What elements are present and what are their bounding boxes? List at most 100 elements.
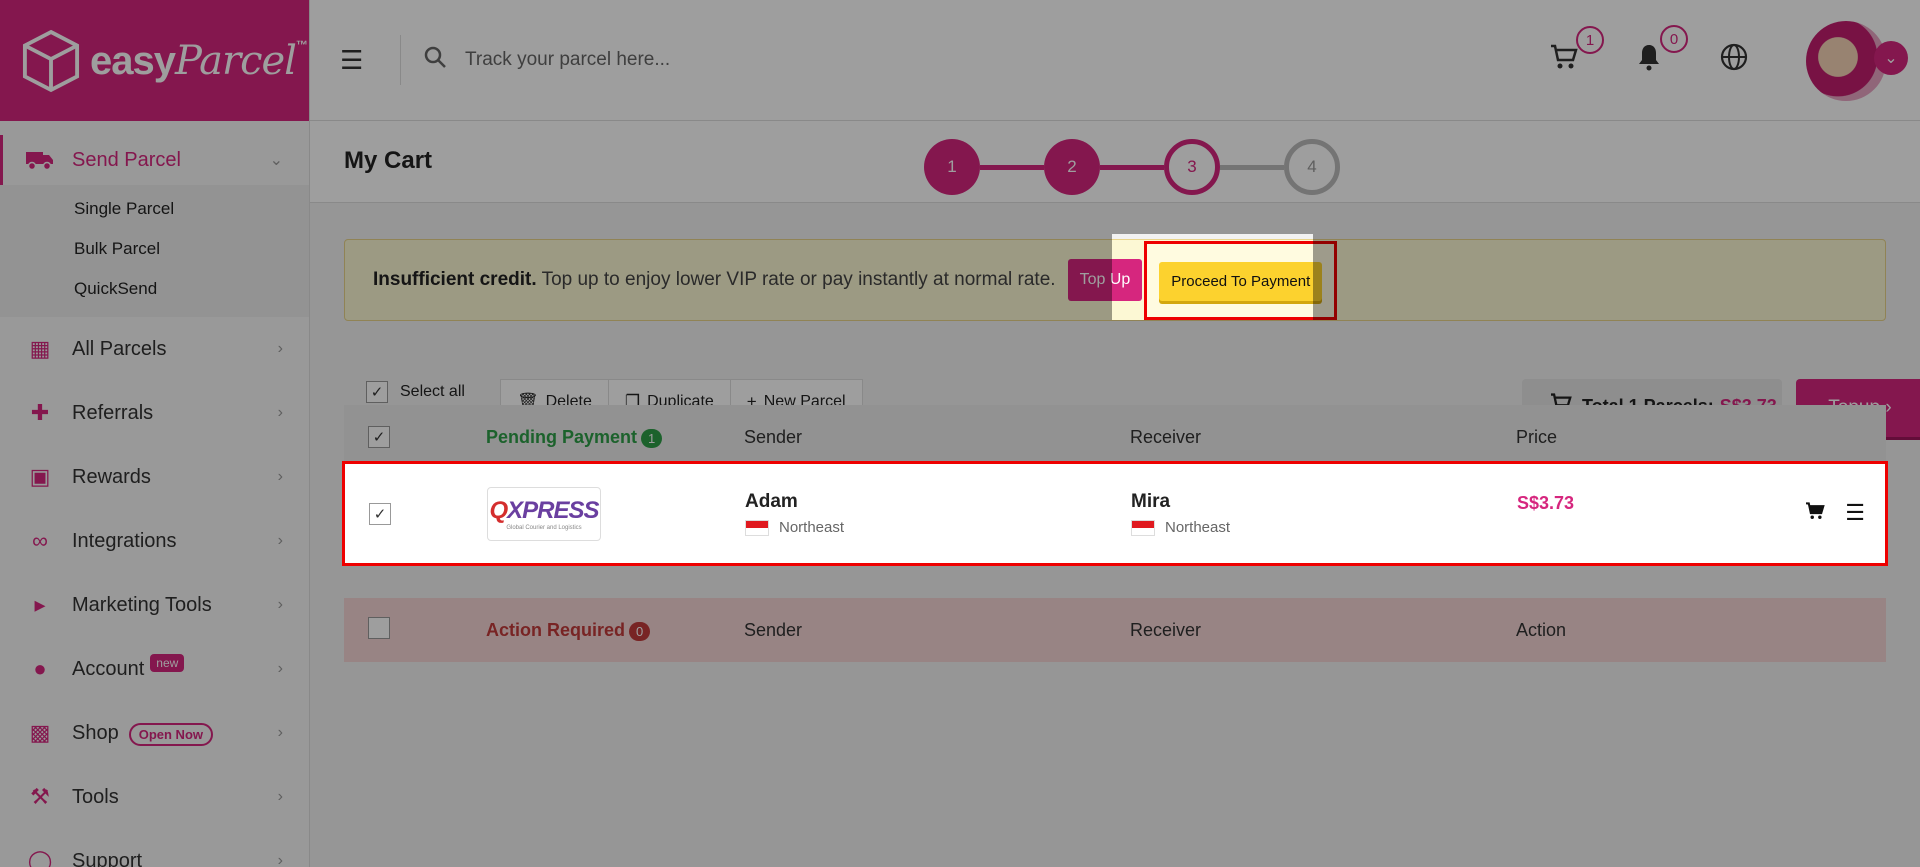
sidebar-item-tools[interactable]: ⚒ Tools › xyxy=(0,765,309,829)
sidebar-item-send-parcel[interactable]: Send Parcel ⌄ xyxy=(0,135,309,185)
main-content: My Cart 1 2 3 4 Insufficient credit. Top… xyxy=(310,121,1920,867)
submenu-single-parcel[interactable]: Single Parcel xyxy=(0,189,309,229)
boxes-icon: ▦ xyxy=(29,336,51,361)
proceed-highlight: Proceed To Payment xyxy=(1144,240,1338,320)
select-all-label: Select all xyxy=(400,383,465,400)
new-badge: new xyxy=(150,653,185,672)
receiver-column-header: Receiver xyxy=(1130,619,1202,640)
notification-count-badge: 0 xyxy=(1660,25,1688,53)
cart-count-badge: 1 xyxy=(1576,26,1604,54)
header-divider xyxy=(400,35,401,85)
row-price: S$3.73 xyxy=(1517,493,1575,513)
sidebar-item-label: Account new xyxy=(72,653,278,681)
sidebar-item-label: Integrations xyxy=(72,529,177,552)
step-2: 2 xyxy=(1044,139,1100,195)
chevron-right-icon: › xyxy=(277,404,283,421)
wrench-icon: ⚒ xyxy=(30,784,50,809)
globe-icon[interactable] xyxy=(1720,43,1748,78)
alert-message: Insufficient credit. Top up to enjoy low… xyxy=(373,269,1056,290)
sidebar-item-label: Support xyxy=(72,849,143,867)
avatar[interactable]: ⌄ xyxy=(1806,20,1908,101)
sidebar-item-label: Rewards xyxy=(72,465,151,488)
row-actions: ☰ xyxy=(1805,500,1865,526)
sidebar-item-all-parcels[interactable]: ▦ All Parcels › xyxy=(0,317,309,381)
qxpress-logo: QXPRESS Global Courier and Logistics xyxy=(487,486,601,541)
sidebar-item-account[interactable]: ● Account new › xyxy=(0,637,309,701)
singapore-flag-icon xyxy=(745,519,769,536)
cart-icon[interactable] xyxy=(1805,500,1825,526)
sidebar-item-marketing-tools[interactable]: ▸ Marketing Tools › xyxy=(0,573,309,637)
track-parcel-input[interactable] xyxy=(465,49,965,71)
action-column-header: Action xyxy=(1516,619,1567,640)
sidebar-item-support[interactable]: ◯ Support › xyxy=(0,829,309,867)
pending-select-checkbox[interactable]: ✓ xyxy=(368,426,390,448)
pending-payment-label: Pending Payment xyxy=(486,426,638,447)
progress-stepper: 1 2 3 4 xyxy=(924,139,1340,195)
support-icon: ◯ xyxy=(27,848,53,867)
top-up-button[interactable]: Top Up xyxy=(1067,259,1143,301)
brand-logo[interactable]: easyParcel™ xyxy=(0,0,309,121)
add-user-icon: ✚ xyxy=(30,400,50,425)
action-select-checkbox[interactable] xyxy=(368,616,390,639)
select-all[interactable]: ✓ Select all xyxy=(366,381,465,403)
sidebar-item-label: Shop Open Now xyxy=(72,722,278,746)
search-icon[interactable] xyxy=(423,45,447,76)
chevron-right-icon: › xyxy=(277,532,283,549)
sidebar-item-label: Referrals xyxy=(72,401,154,424)
hamburger-menu-icon[interactable]: ☰ xyxy=(340,45,368,76)
row-checkbox[interactable]: ✓ xyxy=(369,502,391,525)
gift-icon: ▣ xyxy=(29,464,51,489)
chevron-right-icon: › xyxy=(277,724,283,741)
send-parcel-submenu: Single Parcel Bulk Parcel QuickSend xyxy=(0,185,309,317)
bell-icon[interactable]: 0 xyxy=(1636,25,1688,78)
pending-payment-header: ✓ Pending Payment 1 Sender Receiver Price xyxy=(344,405,1886,469)
sender-location: Northeast xyxy=(779,519,845,536)
chevron-right-icon: › xyxy=(277,788,283,805)
person-icon: ● xyxy=(33,656,47,681)
receiver-column-header: Receiver xyxy=(1130,426,1202,447)
step-connector xyxy=(980,164,1044,170)
submenu-bulk-parcel[interactable]: Bulk Parcel xyxy=(0,229,309,269)
insufficient-credit-alert: Insufficient credit. Top up to enjoy low… xyxy=(344,239,1886,321)
proceed-to-payment-button[interactable]: Proceed To Payment xyxy=(1159,261,1323,301)
sidebar-item-label: All Parcels xyxy=(72,337,167,360)
step-3: 3 xyxy=(1164,139,1220,195)
action-required-label: Action Required xyxy=(486,619,626,640)
sidebar-item-rewards[interactable]: ▣ Rewards › xyxy=(0,445,309,509)
sender-name: Adam xyxy=(745,491,798,512)
chevron-down-icon[interactable]: ⌄ xyxy=(1874,40,1908,75)
chevron-down-icon: ⌄ xyxy=(269,152,283,169)
sidebar: easyParcel™ Send Parcel ⌄ Single Parcel … xyxy=(0,0,310,867)
select-all-checkbox[interactable]: ✓ xyxy=(366,381,388,403)
cart-icon[interactable]: 1 xyxy=(1550,26,1604,77)
sidebar-item-label: Send Parcel xyxy=(72,148,181,171)
megaphone-icon: ▸ xyxy=(34,592,46,617)
open-now-badge: Open Now xyxy=(128,722,213,746)
chevron-right-icon: › xyxy=(277,340,283,357)
chevron-right-icon: › xyxy=(277,660,283,677)
top-header: ☰ 1 0 ⌄ xyxy=(310,0,1920,121)
chevron-right-icon: › xyxy=(277,468,283,485)
sidebar-item-integrations[interactable]: ∞ Integrations › xyxy=(0,509,309,573)
chevron-right-icon: › xyxy=(277,852,283,867)
sidebar-item-shop[interactable]: ▩ Shop Open Now › xyxy=(0,701,309,765)
pending-count-badge: 1 xyxy=(641,428,663,448)
price-column-header: Price xyxy=(1516,426,1558,447)
table-row[interactable]: ✓ QXPRESS Global Courier and Logistics A… xyxy=(342,461,1888,566)
brand-name: easyParcel™ xyxy=(90,37,308,84)
submenu-quicksend[interactable]: QuickSend xyxy=(0,269,309,309)
step-1: 1 xyxy=(924,139,980,195)
box-logo-icon xyxy=(22,29,80,92)
chevron-right-icon: › xyxy=(277,596,283,613)
sidebar-item-label: Marketing Tools xyxy=(72,593,212,616)
sender-column-header: Sender xyxy=(744,426,803,447)
step-connector xyxy=(1100,164,1164,170)
action-required-header: Action Required 0 Sender Receiver Action xyxy=(344,598,1886,662)
menu-icon[interactable]: ☰ xyxy=(1845,500,1865,526)
receiver-location: Northeast xyxy=(1165,519,1231,536)
sidebar-item-referrals[interactable]: ✚ Referrals › xyxy=(0,381,309,445)
action-count-badge: 0 xyxy=(629,621,651,641)
sender-column-header: Sender xyxy=(744,619,803,640)
sidebar-item-label: Tools xyxy=(72,785,119,808)
singapore-flag-icon xyxy=(1131,519,1155,536)
